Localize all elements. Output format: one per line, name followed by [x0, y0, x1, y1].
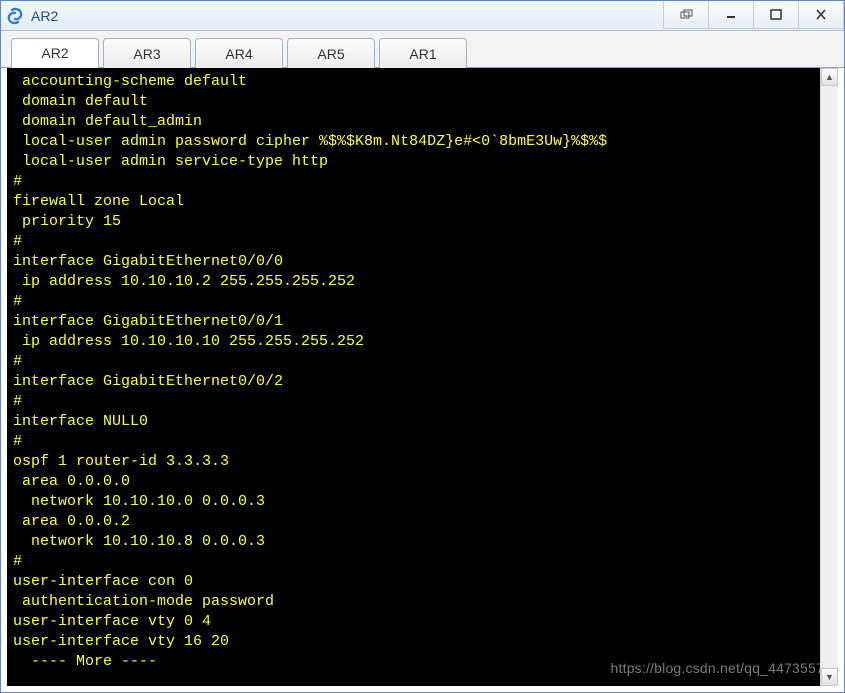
tab-ar4[interactable]: AR4	[195, 38, 283, 68]
scroll-down-arrow[interactable]: ▼	[821, 668, 838, 686]
restore-down-button[interactable]	[663, 1, 709, 29]
tab-label: AR3	[133, 46, 160, 62]
scroll-up-arrow[interactable]: ▲	[821, 68, 838, 86]
terminal-container: accounting-scheme default domain default…	[7, 68, 838, 686]
close-button[interactable]	[798, 1, 844, 29]
tab-ar1[interactable]: AR1	[379, 38, 467, 68]
titlebar: AR2	[1, 1, 844, 31]
window-buttons	[664, 1, 844, 31]
vertical-scrollbar[interactable]: ▲ ▼	[820, 68, 838, 686]
tab-label: AR4	[225, 46, 252, 62]
app-window: AR2	[0, 0, 845, 693]
terminal-output[interactable]: accounting-scheme default domain default…	[7, 68, 820, 686]
window-title: AR2	[31, 8, 58, 24]
app-icon	[7, 7, 25, 25]
tab-label: AR5	[317, 46, 344, 62]
tab-label: AR1	[409, 46, 436, 62]
maximize-button[interactable]	[753, 1, 799, 29]
tab-label: AR2	[41, 45, 68, 61]
tab-ar2[interactable]: AR2	[11, 38, 99, 68]
tab-bar: AR2 AR3 AR4 AR5 AR1	[1, 31, 844, 68]
minimize-button[interactable]	[708, 1, 754, 29]
tab-ar5[interactable]: AR5	[287, 38, 375, 68]
tab-ar3[interactable]: AR3	[103, 38, 191, 68]
